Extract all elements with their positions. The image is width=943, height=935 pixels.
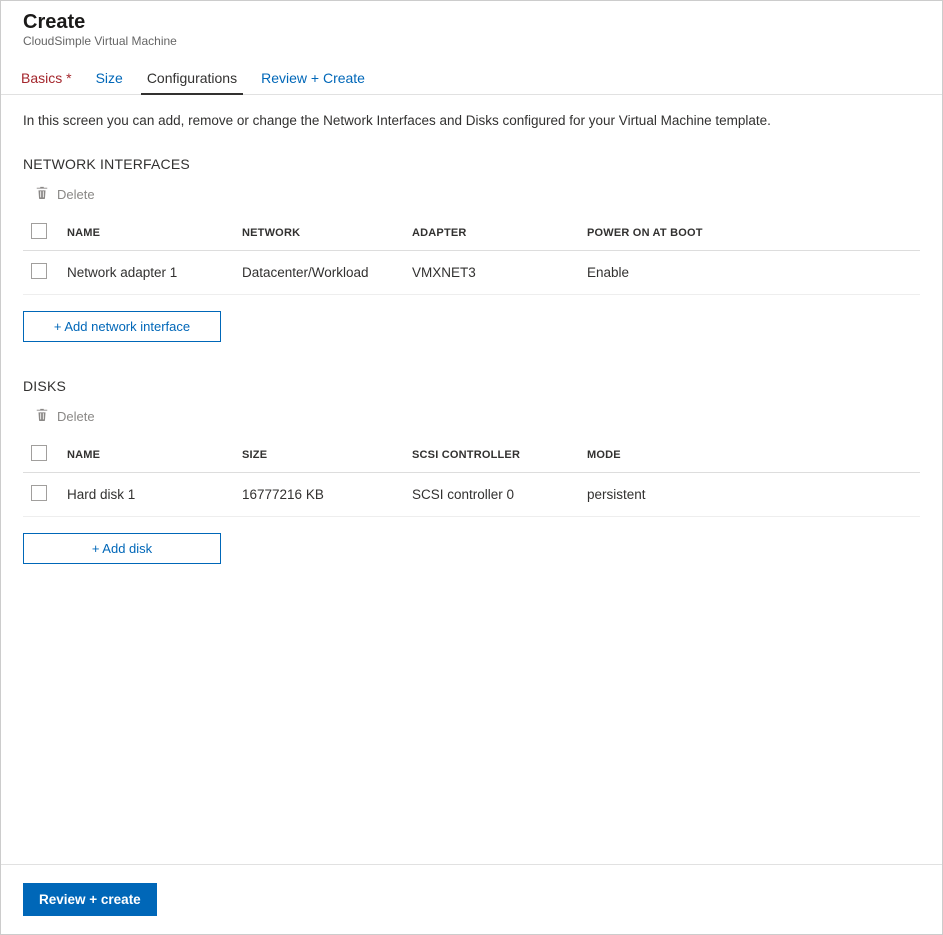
disks-row-size: 16777216 KB <box>234 473 404 517</box>
network-col-network: NETWORK <box>234 215 404 251</box>
tab-bar: Basics Size Configurations Review + Crea… <box>1 60 942 95</box>
table-row: Hard disk 1 16777216 KB SCSI controller … <box>23 473 920 517</box>
disks-select-all-checkbox[interactable] <box>31 445 47 461</box>
disks-delete-label: Delete <box>57 409 95 424</box>
network-section-title: NETWORK INTERFACES <box>23 156 920 172</box>
network-col-adapter: ADAPTER <box>404 215 579 251</box>
tab-size[interactable]: Size <box>86 60 133 94</box>
page-subtitle: CloudSimple Virtual Machine <box>23 34 920 48</box>
disks-row-checkbox[interactable] <box>31 485 47 501</box>
network-row-name: Network adapter 1 <box>59 251 234 295</box>
description-text: In this screen you can add, remove or ch… <box>23 113 920 128</box>
add-disk-button[interactable]: + Add disk <box>23 533 221 564</box>
add-network-interface-button[interactable]: + Add network interface <box>23 311 221 342</box>
tab-review-create[interactable]: Review + Create <box>251 60 375 94</box>
network-row-adapter: VMXNET3 <box>404 251 579 295</box>
network-row-power: Enable <box>579 251 920 295</box>
network-delete-button[interactable]: Delete <box>35 186 920 203</box>
network-select-all-checkbox[interactable] <box>31 223 47 239</box>
tab-configurations[interactable]: Configurations <box>137 60 247 94</box>
network-row-checkbox[interactable] <box>31 263 47 279</box>
page-title: Create <box>23 11 920 34</box>
disks-delete-button[interactable]: Delete <box>35 408 920 425</box>
disks-col-size: SIZE <box>234 437 404 473</box>
disks-col-controller: SCSI CONTROLLER <box>404 437 579 473</box>
disks-row-mode: persistent <box>579 473 920 517</box>
trash-icon <box>35 408 49 425</box>
disks-row-name: Hard disk 1 <box>59 473 234 517</box>
tab-basics[interactable]: Basics <box>11 60 82 94</box>
disks-table: NAME SIZE SCSI CONTROLLER MODE Hard disk… <box>23 437 920 517</box>
trash-icon <box>35 186 49 203</box>
disks-col-name: NAME <box>59 437 234 473</box>
disks-col-mode: MODE <box>579 437 920 473</box>
disks-section-title: DISKS <box>23 378 920 394</box>
network-col-power: POWER ON AT BOOT <box>579 215 920 251</box>
table-row: Network adapter 1 Datacenter/Workload VM… <box>23 251 920 295</box>
review-create-button[interactable]: Review + create <box>23 883 157 916</box>
network-col-name: NAME <box>59 215 234 251</box>
network-table: NAME NETWORK ADAPTER POWER ON AT BOOT Ne… <box>23 215 920 295</box>
network-delete-label: Delete <box>57 187 95 202</box>
network-row-network: Datacenter/Workload <box>234 251 404 295</box>
disks-row-controller: SCSI controller 0 <box>404 473 579 517</box>
